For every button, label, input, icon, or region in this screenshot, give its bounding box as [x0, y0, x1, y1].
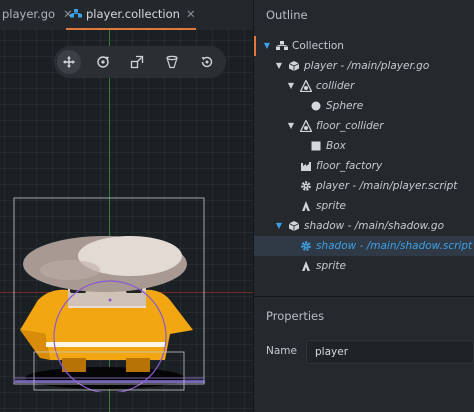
- expand-arrow-icon[interactable]: ▼: [274, 56, 284, 76]
- outline-item-label: sprite: [316, 260, 346, 272]
- scale-icon: [130, 55, 144, 69]
- collection-icon: [276, 41, 288, 50]
- name-label: Name: [266, 345, 297, 357]
- outline-item-label: player - /main/player.script: [316, 180, 458, 192]
- outline-item-label: floor_factory: [316, 160, 383, 172]
- collision-icon: [300, 80, 312, 92]
- outline-title: Outline: [266, 8, 308, 22]
- box-icon: [311, 141, 321, 151]
- properties-panel: Properties Name: [254, 297, 474, 412]
- outline-item-shadow-sprite[interactable]: sprite: [254, 256, 474, 276]
- outline-item-label: Collection: [292, 40, 344, 52]
- outline-item-shadow-script[interactable]: shadow - /main/shadow.script: [254, 236, 474, 256]
- collection-icon: [70, 9, 82, 18]
- sphere-icon: [311, 101, 321, 111]
- outline-item-collection[interactable]: ▼ Collection: [254, 36, 474, 56]
- outline-item-label: Sphere: [326, 100, 364, 112]
- scene-editor: player.go ✕ player.collection ✕: [0, 0, 253, 412]
- outline-item-label: floor_collider: [316, 120, 384, 132]
- factory-icon: [301, 162, 311, 171]
- close-icon[interactable]: ✕: [186, 7, 196, 21]
- outline-item-label: Box: [326, 140, 346, 152]
- camera-reset-button[interactable]: [195, 50, 219, 74]
- outline-item-label: shadow - /main/shadow.go: [304, 220, 445, 232]
- tab-player-go[interactable]: player.go ✕: [2, 0, 73, 30]
- outline-item-collider[interactable]: ▼ collider: [254, 76, 474, 96]
- outline-item-label: player - /main/player.go: [304, 60, 430, 72]
- expand-arrow-icon[interactable]: ▼: [286, 116, 296, 136]
- outline-item-sprite[interactable]: sprite: [254, 196, 474, 216]
- outline-item-player-go[interactable]: ▼ player - /main/player.go: [254, 56, 474, 76]
- tab-player-collection[interactable]: player.collection ✕: [66, 0, 196, 30]
- tab-label: player.go: [2, 7, 56, 21]
- tab-label: player.collection: [86, 7, 180, 21]
- move-tool-button[interactable]: [57, 50, 81, 74]
- scene-viewport[interactable]: [0, 30, 253, 412]
- outline-item-box[interactable]: Box: [254, 136, 474, 156]
- rotate-tool-button[interactable]: [91, 50, 115, 74]
- name-field[interactable]: [306, 340, 474, 364]
- outline-item-label: shadow - /main/shadow.script: [316, 240, 473, 252]
- sprite-icon: [302, 261, 310, 271]
- orange-marker: [254, 36, 256, 56]
- outline-item-label: collider: [316, 80, 355, 92]
- outline-item-shadow-go[interactable]: ▼ shadow - /main/shadow.go: [254, 216, 474, 236]
- scale-tool-button[interactable]: [125, 50, 149, 74]
- perspective-tool-button[interactable]: [160, 50, 184, 74]
- expand-arrow-icon[interactable]: ▼: [262, 36, 272, 56]
- game-object-icon: [288, 221, 300, 231]
- game-object-icon: [288, 61, 300, 71]
- collision-icon: [300, 120, 312, 132]
- camera-reset-icon: [201, 56, 213, 68]
- script-gear-icon: [301, 241, 311, 251]
- move-icon: [63, 56, 75, 68]
- outline-tree: ▼ Collection ▼ player - /main/player.go …: [254, 36, 474, 276]
- properties-title: Properties: [266, 309, 325, 323]
- editor-tab-bar: player.go ✕ player.collection ✕: [0, 0, 253, 30]
- outline-item-label: sprite: [316, 200, 346, 212]
- outline-panel: Outline ▼ Collection ▼ player - /main/pl…: [254, 0, 474, 296]
- sprite-icon: [302, 201, 310, 211]
- expand-arrow-icon[interactable]: ▼: [286, 76, 296, 96]
- manipulator-toolbar: [54, 46, 226, 78]
- outline-item-floor-factory[interactable]: floor_factory: [254, 156, 474, 176]
- script-gear-icon: [301, 181, 311, 191]
- player-sprite[interactable]: [10, 192, 210, 392]
- outline-item-player-script[interactable]: player - /main/player.script: [254, 176, 474, 196]
- expand-arrow-icon[interactable]: ▼: [274, 216, 284, 236]
- outline-item-floor-collider[interactable]: ▼ floor_collider: [254, 116, 474, 136]
- outline-item-sphere[interactable]: Sphere: [254, 96, 474, 116]
- rotate-icon: [97, 56, 109, 68]
- perspective-icon: [166, 55, 178, 69]
